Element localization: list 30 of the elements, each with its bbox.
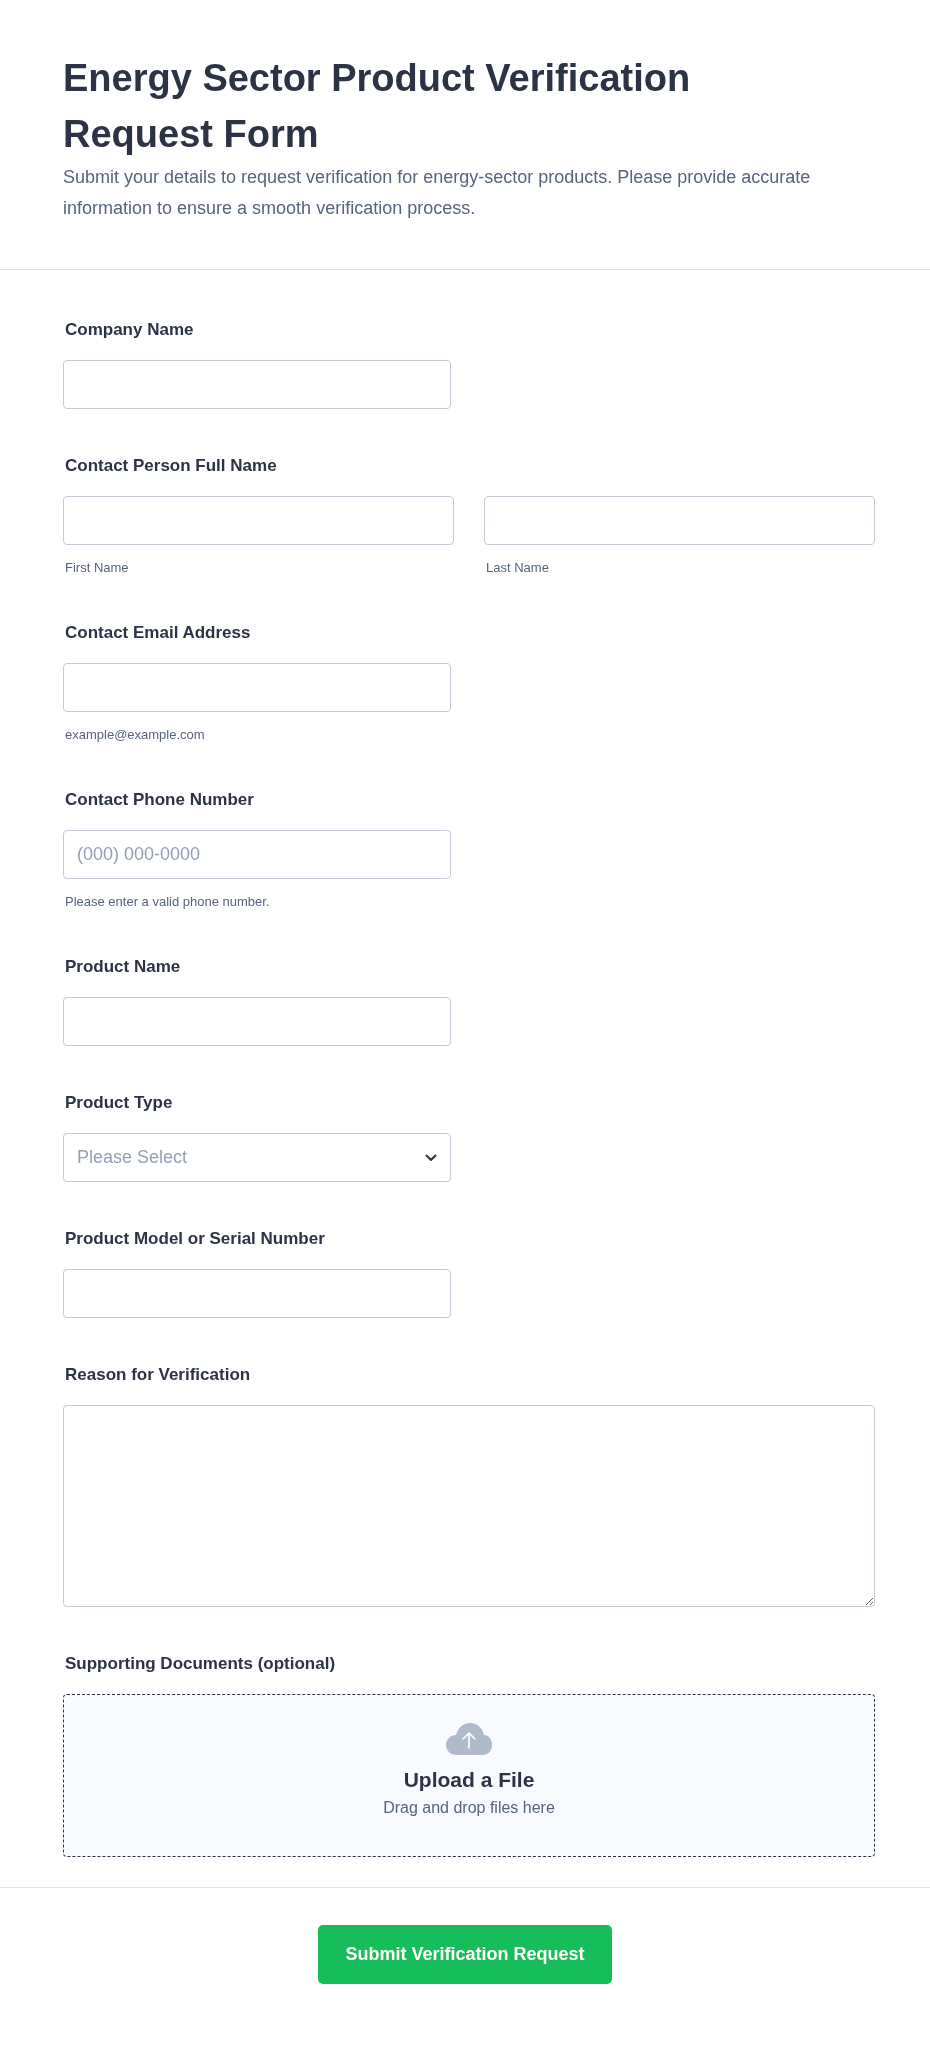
field-label: Product Type	[65, 1092, 174, 1114]
chevron-down-icon	[425, 1153, 437, 1162]
input-field[interactable]	[63, 360, 451, 409]
sublabel: Last Name	[486, 560, 550, 576]
input-field[interactable]	[484, 496, 875, 545]
form-description: Submit your details to request verification for energy-sector products. Please provide accurate information to ensure a smooth verification process.	[63, 166, 812, 220]
cloud-upload-icon	[445, 1722, 493, 1756]
field-label: Contact Email Address	[65, 622, 252, 644]
submit-button[interactable]: Submit Verification Request	[318, 1925, 612, 1984]
field-label: Supporting Documents (optional)	[65, 1653, 337, 1675]
input-field[interactable]: (000) 000-0000	[63, 830, 451, 879]
upload-title: Upload a File	[403, 1767, 535, 1793]
sublabel: First Name	[65, 560, 130, 576]
form-title: Energy Sector Product Verification Request Form	[63, 56, 692, 157]
field-label: Company Name	[65, 319, 195, 341]
input-field[interactable]	[63, 496, 454, 545]
file-drop-zone[interactable]: Upload a File Drag and drop files here	[63, 1694, 875, 1857]
upload-hint: Drag and drop files here	[383, 1798, 555, 1818]
input-field[interactable]	[63, 1269, 451, 1318]
field-hint: Please enter a valid phone number.	[65, 894, 271, 910]
text-area[interactable]	[63, 1405, 875, 1607]
field-label: Product Name	[65, 956, 182, 978]
field-label: Contact Phone Number	[65, 789, 255, 811]
field-label: Contact Person Full Name	[65, 455, 278, 477]
dropdown[interactable]: Please Select	[63, 1133, 451, 1182]
input-field[interactable]	[63, 663, 451, 712]
input-field[interactable]	[63, 997, 451, 1046]
field-hint: example@example.com	[65, 727, 206, 743]
field-label: Product Model or Serial Number	[65, 1228, 326, 1250]
field-label: Reason for Verification	[65, 1364, 252, 1386]
